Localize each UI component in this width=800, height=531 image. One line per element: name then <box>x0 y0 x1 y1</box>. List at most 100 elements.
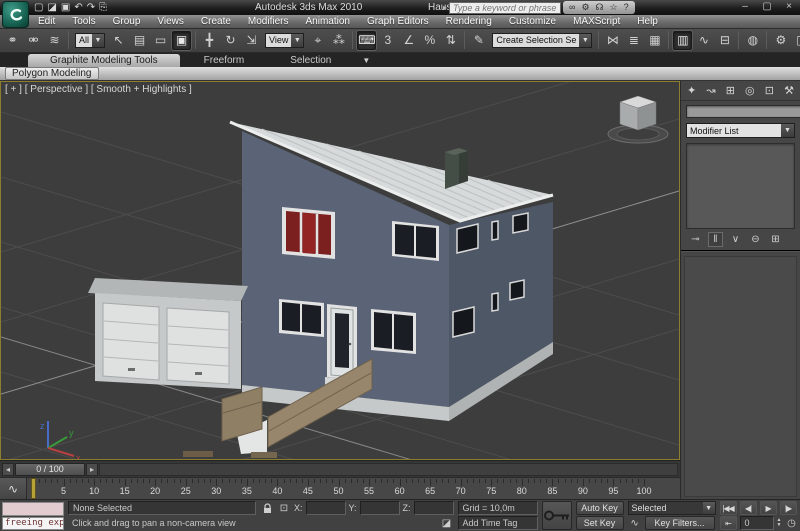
maximize-button[interactable]: ▢ <box>760 0 774 14</box>
time-slider-back-arrow[interactable]: ◂ <box>2 463 14 476</box>
application-button[interactable] <box>2 1 29 28</box>
mirror-icon[interactable]: ⋈ <box>603 31 622 50</box>
edit-named-selection-sets-icon[interactable]: ✎ <box>469 31 488 50</box>
ribbon-overflow-icon[interactable]: ▼ <box>355 56 377 67</box>
house-model[interactable] <box>230 122 553 421</box>
modify-tab-icon[interactable]: ↝ <box>706 84 715 97</box>
configure-modifier-sets-icon[interactable]: ⊞ <box>768 232 783 247</box>
select-and-manipulate-icon[interactable]: ⁂ <box>329 31 348 50</box>
reference-coordinate-system-dropdown[interactable]: View▼ <box>265 33 304 48</box>
x-coordinate-field[interactable] <box>306 501 346 515</box>
utilities-tab-icon[interactable]: ⚒ <box>784 84 794 97</box>
current-frame-field[interactable]: 0 <box>740 516 774 530</box>
curve-editor-icon[interactable]: ∿ <box>694 31 713 50</box>
selection-filter-dropdown[interactable]: All▼ <box>75 33 105 48</box>
menu-item-help[interactable]: Help <box>637 16 658 27</box>
object-name-field[interactable] <box>686 105 800 118</box>
undo-icon[interactable]: ↶ <box>74 2 82 14</box>
z-coordinate-field[interactable] <box>414 501 454 515</box>
help-icon[interactable]: ? <box>624 1 629 14</box>
menu-item-views[interactable]: Views <box>157 16 184 27</box>
create-tab-icon[interactable]: ✦ <box>687 84 696 97</box>
make-unique-icon[interactable]: ∨ <box>728 232 743 247</box>
y-coordinate-field[interactable] <box>360 501 400 515</box>
polygon-modeling-panel-button[interactable]: Polygon Modeling <box>5 67 99 80</box>
ribbon-tab-selection[interactable]: Selection <box>268 54 353 67</box>
redo-icon[interactable]: ↷ <box>87 2 95 14</box>
select-by-name-icon[interactable]: ▤ <box>130 31 149 50</box>
key-filters-button[interactable]: Key Filters... <box>645 516 715 530</box>
motion-tab-icon[interactable]: ◎ <box>745 84 755 97</box>
absolute-offset-mode-icon[interactable]: ⊡ <box>277 501 291 515</box>
new-scene-icon[interactable]: ▢ <box>34 2 43 14</box>
material-editor-icon[interactable]: ◍ <box>743 31 762 50</box>
bind-to-space-warp-icon[interactable]: ≋ <box>45 31 64 50</box>
project-folder-icon[interactable]: ⎘ <box>99 2 107 14</box>
selection-set-dropdown[interactable]: Selected ▼ <box>628 501 716 515</box>
previous-frame-button[interactable]: ◀| <box>740 501 757 515</box>
selection-lock-icon[interactable] <box>260 501 274 515</box>
spinner-snap-icon[interactable]: ⇅ <box>441 31 460 50</box>
menu-item-edit[interactable]: Edit <box>38 16 55 27</box>
modifier-stack-list[interactable] <box>686 143 795 229</box>
set-key-button[interactable]: Set Key <box>576 516 624 530</box>
search-binoculars-icon[interactable]: ∞ <box>569 1 575 14</box>
unlink-selection-icon[interactable]: ⚮ <box>24 31 43 50</box>
track-bar-ruler[interactable]: 5101520253035404550556065707580859095100 <box>27 478 680 499</box>
named-selection-sets-dropdown[interactable]: Create Selection Se▼ <box>492 33 592 48</box>
toggle-ribbon-icon[interactable]: ▥ <box>673 31 692 50</box>
next-frame-button[interactable]: |▶ <box>780 501 797 515</box>
align-icon[interactable]: ≣ <box>624 31 643 50</box>
keyboard-shortcut-override-icon[interactable]: ⌨ <box>357 31 376 50</box>
menu-item-group[interactable]: Group <box>113 16 141 27</box>
search-input[interactable] <box>449 2 561 14</box>
view-cube[interactable] <box>608 96 668 143</box>
menu-item-modifiers[interactable]: Modifiers <box>248 16 289 27</box>
key-mode-toggle[interactable]: ⇤ <box>720 516 737 530</box>
ribbon-tab-graphite-modeling-tools[interactable]: Graphite Modeling Tools <box>28 54 180 67</box>
display-tab-icon[interactable]: ⊡ <box>765 84 774 97</box>
set-keys-button[interactable] <box>542 501 572 530</box>
communication-center-icon[interactable]: ☊ <box>596 1 604 14</box>
show-end-result-icon[interactable]: ‖ <box>708 232 723 247</box>
menu-item-customize[interactable]: Customize <box>509 16 556 27</box>
select-and-move-icon[interactable]: ╋ <box>200 31 219 50</box>
minimize-button[interactable]: – <box>738 0 752 14</box>
garage[interactable] <box>88 278 248 389</box>
window-crossing-toggle-icon[interactable]: ▣ <box>172 31 191 50</box>
perspective-viewport[interactable]: z y x [ + ] [ Perspective ] [ Smooth + H… <box>0 81 680 460</box>
pin-stack-icon[interactable]: ⊸ <box>688 232 703 247</box>
schematic-view-icon[interactable]: ⊟ <box>715 31 734 50</box>
menu-item-animation[interactable]: Animation <box>305 16 349 27</box>
maxscript-macro-recorder-pane[interactable] <box>2 502 64 516</box>
add-time-tag[interactable]: Add Time Tag <box>458 516 538 530</box>
frame-spinner[interactable]: ▲▼ <box>777 518 782 528</box>
favorites-star-icon[interactable]: ☆ <box>610 1 618 14</box>
current-frame-marker[interactable] <box>31 478 36 499</box>
menu-item-graph-editors[interactable]: Graph Editors <box>367 16 429 27</box>
subscription-center-icon[interactable]: ⚙ <box>581 1 589 14</box>
time-configuration-icon[interactable]: ◷ <box>784 516 798 530</box>
layer-manager-icon[interactable]: ▦ <box>645 31 664 50</box>
save-file-icon[interactable]: ▣ <box>61 2 70 14</box>
ribbon-tab-freeform[interactable]: Freeform <box>182 54 267 67</box>
time-slider-handle[interactable]: 0 / 100 <box>15 463 85 476</box>
percent-snap-icon[interactable]: % <box>420 31 439 50</box>
snaps-toggle-icon[interactable]: 3 <box>378 31 397 50</box>
rendered-frame-window-icon[interactable]: ◫ <box>792 31 800 50</box>
time-slider-forward-arrow[interactable]: ▸ <box>86 463 98 476</box>
time-slider-track[interactable] <box>99 463 678 476</box>
search-flyout-icon[interactable]: ▸ <box>443 3 447 12</box>
maxscript-listener-pane[interactable]: freeing expo <box>2 517 64 530</box>
open-file-icon[interactable]: ◪ <box>47 2 56 14</box>
menu-item-create[interactable]: Create <box>201 16 231 27</box>
angle-snap-icon[interactable]: ∠ <box>399 31 418 50</box>
select-and-rotate-icon[interactable]: ↻ <box>221 31 240 50</box>
rectangular-selection-region-icon[interactable]: ▭ <box>151 31 170 50</box>
default-in-out-tangents-icon[interactable]: ∿ <box>628 516 642 530</box>
menu-item-tools[interactable]: Tools <box>72 16 95 27</box>
viewport-label[interactable]: [ + ] [ Perspective ] [ Smooth + Highlig… <box>5 84 192 95</box>
use-pivot-point-center-icon[interactable]: ⌖ <box>308 31 327 50</box>
modifier-list-dropdown[interactable]: Modifier List ▼ <box>686 123 795 138</box>
select-and-link-icon[interactable]: ⚭ <box>3 31 22 50</box>
